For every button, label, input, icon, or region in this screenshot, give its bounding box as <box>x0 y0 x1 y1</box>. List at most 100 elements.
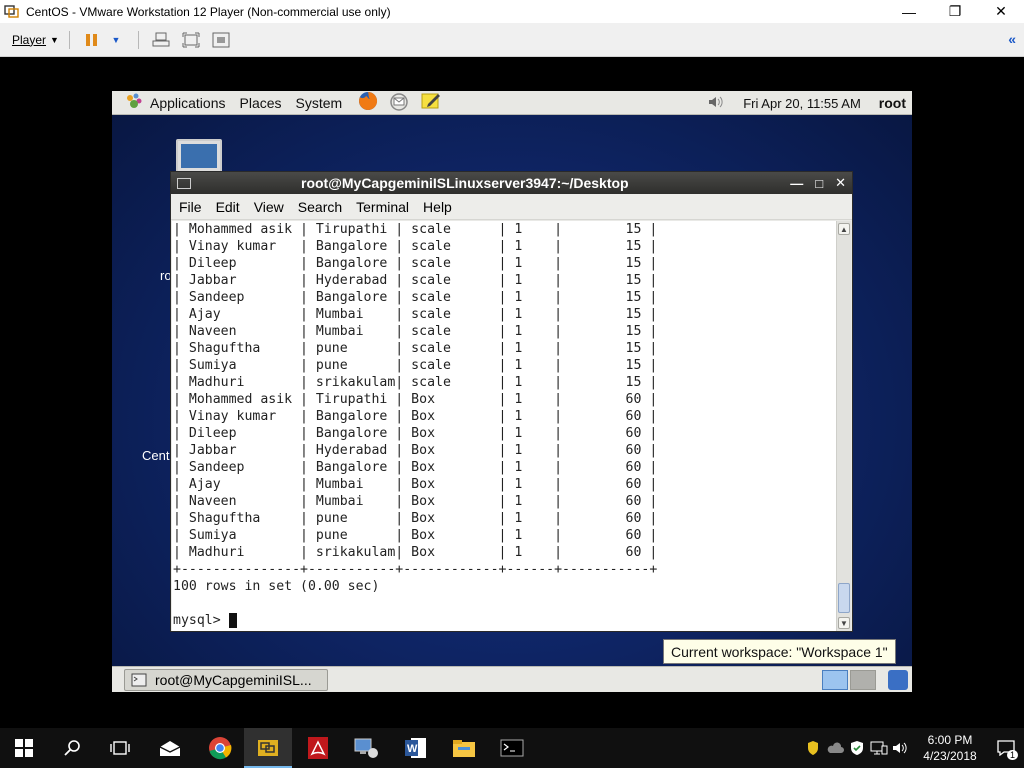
mail-icon[interactable] <box>146 728 194 768</box>
vmware-logo-icon <box>4 4 20 19</box>
menu-help[interactable]: Help <box>423 199 452 215</box>
menu-terminal[interactable]: Terminal <box>356 199 409 215</box>
system-tray: 6:00 PM 4/23/2018 1 <box>802 728 1024 768</box>
menu-edit[interactable]: Edit <box>216 199 240 215</box>
onedrive-icon[interactable] <box>824 728 846 768</box>
action-center-icon[interactable]: 1 <box>988 728 1024 768</box>
toolbar-divider <box>68 30 70 49</box>
toolbar-divider <box>137 30 139 49</box>
vmware-window-title: CentOS - VMware Workstation 12 Player (N… <box>26 4 391 19</box>
mysql-prompt: mysql> <box>173 613 229 628</box>
workspace-tooltip: Current workspace: "Workspace 1" <box>663 639 896 664</box>
system-menu[interactable]: System <box>296 95 343 111</box>
unity-icon[interactable] <box>209 29 233 51</box>
table-row: | Mohammed asik | Tirupathi | Box | 1 | … <box>173 392 658 407</box>
windows-taskbar: W 6:00 PM 4/23/2018 1 <box>0 728 1024 768</box>
word-icon[interactable]: W <box>392 728 440 768</box>
terminal-icon[interactable] <box>488 728 536 768</box>
task-view-icon[interactable] <box>96 728 144 768</box>
acrobat-icon[interactable] <box>294 728 342 768</box>
close-icon[interactable]: ✕ <box>978 0 1024 23</box>
chrome-icon[interactable] <box>196 728 244 768</box>
send-ctrl-alt-del-icon[interactable] <box>149 29 173 51</box>
gnome-top-panel: Applications Places System Fri Apr 20, 1… <box>112 91 912 115</box>
desktop-icon-label-fragment: Cent <box>142 448 170 463</box>
panel-clock[interactable]: Fri Apr 20, 11:55 AM <box>743 96 861 111</box>
terminal-title: root@MyCapgeminiISLinuxserver3947:~/Desk… <box>301 175 629 191</box>
table-border: +---------------+-----------+-----------… <box>173 562 658 577</box>
taskbar-terminal-button[interactable]: root@MyCapgeminiISL... <box>124 669 328 691</box>
search-icon[interactable] <box>48 728 96 768</box>
vmware-toolbar: Player ▼ ▼ « <box>0 23 1024 57</box>
workspace-2[interactable] <box>850 670 876 690</box>
table-row: | Dileep | Bangalore | scale | 1 | 15 | <box>173 256 658 271</box>
windows-clock[interactable]: 6:00 PM 4/23/2018 <box>912 732 988 764</box>
places-menu[interactable]: Places <box>240 95 282 111</box>
table-row: | Jabbar | Hyderabad | Box | 1 | 60 | <box>173 443 658 458</box>
menu-search[interactable]: Search <box>298 199 342 215</box>
network-app-icon[interactable] <box>342 728 390 768</box>
menu-file[interactable]: File <box>179 199 202 215</box>
table-row: | Madhuri | srikakulam| Box | 1 | 60 | <box>173 545 658 560</box>
network-icon[interactable] <box>868 728 890 768</box>
mysql-prompt-line[interactable]: mysql> <box>172 612 836 629</box>
pause-icon[interactable] <box>80 29 104 51</box>
table-row: | Ajay | Mumbai | scale | 1 | 15 | <box>173 307 658 322</box>
minimize-icon[interactable]: — <box>886 0 932 23</box>
mail-icon[interactable] <box>388 91 410 114</box>
table-row: | Madhuri | srikakulam| scale | 1 | 15 | <box>173 375 658 390</box>
table-row: | Shaguftha | pune | Box | 1 | 60 | <box>173 511 658 526</box>
defender-icon[interactable] <box>846 728 868 768</box>
security-shield-icon[interactable] <box>802 728 824 768</box>
guest-desktop: Applications Places System Fri Apr 20, 1… <box>112 91 912 692</box>
terminal-scrollbar[interactable]: ▲ ▼ <box>836 221 851 631</box>
terminal-titlebar[interactable]: root@MyCapgeminiISLinuxserver3947:~/Desk… <box>171 172 852 194</box>
gnome-foot-icon <box>124 92 144 113</box>
clock-time: 6:00 PM <box>927 733 973 747</box>
text-cursor <box>228 612 237 628</box>
scrollbar-thumb[interactable] <box>838 583 850 613</box>
vmware-icon[interactable] <box>244 728 292 768</box>
table-row: | Mohammed asik | Tirupathi | scale | 1 … <box>173 222 658 237</box>
table-row: | Naveen | Mumbai | Box | 1 | 60 | <box>173 494 658 509</box>
table-row: | Jabbar | Hyderabad | scale | 1 | 15 | <box>173 273 658 288</box>
computer-desktop-icon[interactable] <box>176 139 222 173</box>
firefox-icon[interactable] <box>358 91 378 114</box>
terminal-output[interactable]: | Mohammed asik | Tirupathi | scale | 1 … <box>172 221 836 631</box>
scroll-down-icon[interactable]: ▼ <box>838 617 850 629</box>
file-explorer-icon[interactable] <box>440 728 488 768</box>
applications-menu-label: Applications <box>150 94 226 111</box>
workspace-1[interactable] <box>822 670 848 690</box>
taskbar-terminal-label: root@MyCapgeminiISL... <box>155 672 312 688</box>
full-screen-icon[interactable] <box>179 29 203 51</box>
applications-menu[interactable]: Applications <box>124 92 226 113</box>
player-menu-button[interactable]: Player ▼ <box>12 33 59 47</box>
query-result-table: | Mohammed asik | Tirupathi | scale | 1 … <box>172 221 836 561</box>
table-row: | Vinay kumar | Bangalore | Box | 1 | 60… <box>173 409 658 424</box>
table-row: | Vinay kumar | Bangalore | scale | 1 | … <box>173 239 658 254</box>
table-row: | Naveen | Mumbai | scale | 1 | 15 | <box>173 324 658 339</box>
trash-icon[interactable] <box>888 670 908 690</box>
terminal-menubar: File Edit View Search Terminal Help <box>171 194 852 220</box>
notes-icon[interactable] <box>420 91 442 114</box>
vmware-titlebar: CentOS - VMware Workstation 12 Player (N… <box>0 0 1024 23</box>
minimize-icon[interactable]: — <box>790 176 803 191</box>
panel-user[interactable]: root <box>879 95 906 111</box>
table-row: | Sumiya | pune | scale | 1 | 15 | <box>173 358 658 373</box>
scroll-up-icon[interactable]: ▲ <box>838 223 850 235</box>
start-icon[interactable] <box>0 728 48 768</box>
terminal-icon <box>177 177 191 189</box>
notification-count: 1 <box>1006 750 1018 760</box>
collapse-toolbar-icon[interactable]: « <box>1008 31 1016 47</box>
player-menu-label: Player <box>12 32 47 47</box>
menu-view[interactable]: View <box>254 199 284 215</box>
gnome-bottom-panel: root@MyCapgeminiISL... <box>112 666 912 692</box>
pause-menu-chevron-icon[interactable]: ▼ <box>110 29 122 51</box>
table-row: | Sumiya | pune | Box | 1 | 60 | <box>173 528 658 543</box>
volume-icon[interactable] <box>707 94 725 113</box>
close-icon[interactable]: ✕ <box>835 175 846 191</box>
maximize-icon[interactable]: ❐ <box>932 0 978 23</box>
maximize-icon[interactable]: □ <box>815 176 823 191</box>
speaker-icon[interactable] <box>890 728 912 768</box>
chevron-down-icon: ▼ <box>50 34 59 45</box>
